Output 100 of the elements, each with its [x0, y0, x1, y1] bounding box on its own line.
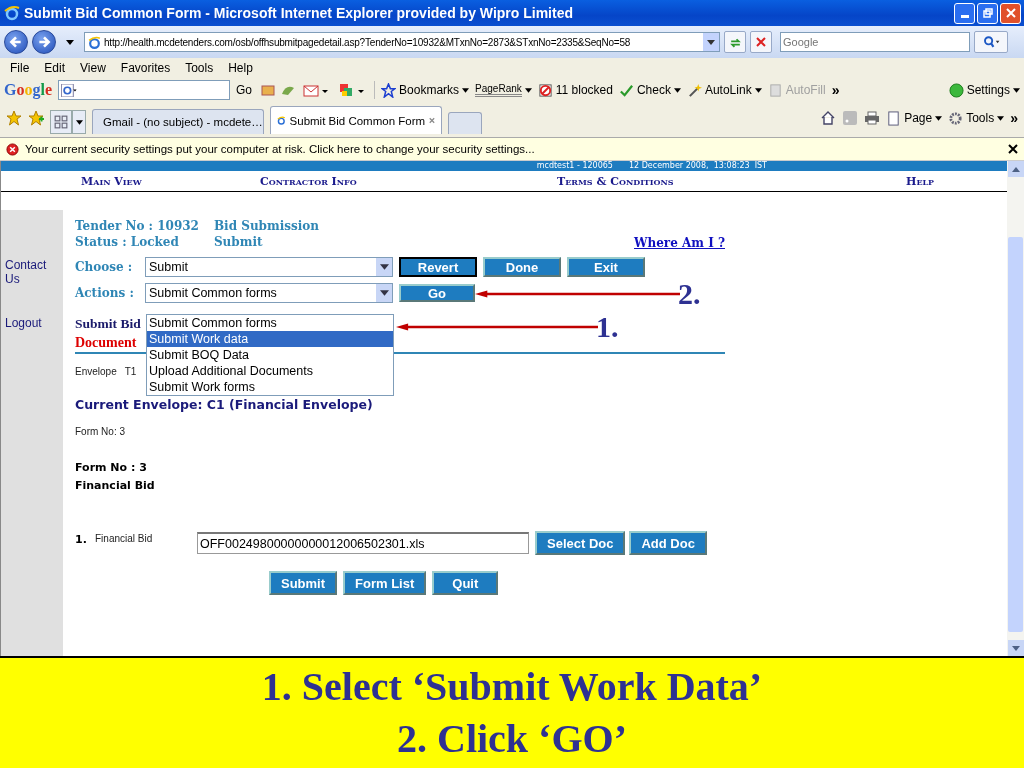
actions-label: Actions : [75, 286, 135, 300]
form-button[interactable]: Submit [269, 571, 338, 595]
menu-item[interactable]: Tools [185, 61, 214, 75]
menu-item[interactable]: File [10, 61, 30, 75]
close-icon[interactable] [1008, 144, 1018, 154]
form-button[interactable]: Quit [432, 571, 499, 595]
caret-icon [75, 119, 83, 125]
go-button[interactable]: Go [399, 284, 475, 302]
stage-label: Bid Submission [213, 218, 320, 234]
toolbar-button[interactable]: 11 blocked [537, 82, 613, 98]
star-icon [381, 82, 397, 98]
document-button[interactable]: Add Doc [629, 531, 707, 555]
quick-tabs-button[interactable] [50, 110, 72, 134]
dropdown-option[interactable]: Submit Common forms [147, 315, 393, 331]
form-name: Financial Bid [75, 478, 155, 494]
stop-button[interactable] [750, 31, 772, 53]
menu-item[interactable]: Help [228, 61, 253, 75]
back-button[interactable] [4, 30, 28, 54]
sidebar-link[interactable]: Logout [1, 316, 55, 330]
info-bar[interactable]: Your current security settings put your computer at risk. Click here to change your security settings... [0, 138, 1024, 161]
scrollbar[interactable] [1007, 161, 1024, 656]
caret-icon [673, 87, 681, 93]
maximize-button[interactable] [977, 2, 998, 24]
tender-status: Status : Locked [75, 234, 180, 250]
status-dot-icon [948, 82, 964, 98]
action-button[interactable]: Done [483, 257, 561, 277]
nav-link[interactable]: Terms & Conditions [557, 174, 906, 188]
caret-icon[interactable] [66, 39, 74, 45]
print-icon[interactable] [864, 110, 881, 126]
scroll-up-icon[interactable] [1011, 166, 1020, 172]
search-button[interactable] [974, 31, 1008, 53]
google-logo: Google [4, 81, 52, 99]
caret-icon [997, 115, 1005, 121]
page-menu-button[interactable]: Page [886, 110, 943, 126]
check-icon [618, 82, 634, 98]
page-icon [88, 35, 101, 49]
forward-button[interactable] [32, 30, 56, 54]
settings-button[interactable]: Settings [948, 82, 1020, 98]
action-button[interactable]: Exit [567, 257, 645, 277]
toolbar-button[interactable]: AutoLink [686, 82, 762, 98]
address-field[interactable]: http://health.mcdetenders.com/osb/offhsubmitpagedetail.asp?TenderNo=10932&MTxnNo=2873&STxnNo=2335&SeqNo=58 [84, 32, 720, 52]
home-icon[interactable] [820, 110, 837, 126]
browser-tab[interactable]: Gmail - (no subject) - mcdete… [92, 109, 264, 134]
document-button[interactable]: Select Doc [535, 531, 626, 555]
restore-icon [982, 8, 993, 18]
caret-icon [524, 87, 532, 93]
menu-item[interactable]: View [80, 61, 106, 75]
more-button[interactable]: » [1010, 110, 1018, 126]
add-favorite-icon[interactable] [28, 110, 44, 126]
tools-menu-button[interactable]: Tools [948, 110, 1005, 126]
form-button[interactable]: Form List [343, 571, 427, 595]
where-am-i-link[interactable]: Where Am I ? [634, 236, 725, 250]
browser-tab[interactable]: Submit Bid Common Form [270, 106, 442, 134]
close-icon [1005, 8, 1016, 18]
dropdown-option[interactable]: Upload Additional Documents [147, 363, 393, 379]
scroll-down-icon[interactable] [1011, 645, 1020, 651]
menu-item[interactable]: Edit [44, 61, 66, 75]
sidebar-link[interactable]: Contact Us [1, 258, 55, 286]
go-button[interactable]: Go [236, 83, 253, 97]
gear-icon [948, 110, 964, 126]
favorites-star-icon[interactable] [6, 110, 22, 126]
session-user: mcdtest1 - 120065 [536, 161, 613, 171]
nav-link[interactable]: Help [906, 174, 935, 188]
annotation-label: 1. [596, 310, 619, 344]
step-label: Submit [213, 234, 264, 250]
info-bar-text: Your current security settings put your computer at risk. Click here to change your security settings... [25, 143, 535, 155]
nav-link[interactable]: Main View [81, 174, 260, 188]
caret-icon [379, 264, 389, 270]
warning-icon [6, 142, 19, 156]
action-button[interactable]: Revert [399, 257, 477, 277]
toolbar-search-field[interactable] [58, 80, 230, 100]
close-button[interactable] [1000, 2, 1021, 24]
choose-dropdown[interactable]: Submit [145, 257, 393, 277]
dropdown-option[interactable]: Submit BOQ Data [147, 347, 393, 363]
form-number-heading: Form No : 3 [75, 460, 147, 476]
dropdown-option[interactable]: Submit Work forms [147, 379, 393, 395]
refresh-button[interactable] [724, 31, 746, 53]
wand-icon [686, 82, 702, 98]
caption-text: 2. Click ‘GO’ [397, 715, 627, 763]
toolbar-button[interactable]: PageRank [475, 83, 532, 97]
actions-dropdown[interactable]: Submit Common forms [145, 283, 393, 303]
nav-link[interactable]: Contractor Info [260, 174, 557, 188]
toolbar-button[interactable]: Bookmarks [381, 82, 470, 98]
caret-icon[interactable] [707, 39, 715, 45]
tab-list-button[interactable] [72, 110, 86, 134]
document-name: Financial Bid [95, 533, 154, 544]
caret-icon [1013, 87, 1020, 93]
form-number: Form No: 3 [75, 426, 125, 437]
dropdown-option[interactable]: Submit Work data [147, 331, 393, 347]
current-envelope: Current Envelope: C1 (Financial Envelope) [75, 397, 373, 412]
toolbar-button[interactable]: Check [618, 82, 681, 98]
envelope-id: T1 [124, 366, 137, 377]
form-icon [767, 82, 783, 98]
session-time: 12 December 2008, 13:08:23 IST [628, 161, 767, 171]
minimize-button[interactable] [954, 2, 975, 24]
file-field[interactable]: OFF00249800000000012006502301.xls [197, 532, 529, 554]
caret-icon [379, 290, 389, 296]
search-field[interactable]: Google [780, 32, 970, 52]
more-button[interactable]: » [831, 82, 840, 98]
menu-item[interactable]: Favorites [120, 61, 171, 75]
